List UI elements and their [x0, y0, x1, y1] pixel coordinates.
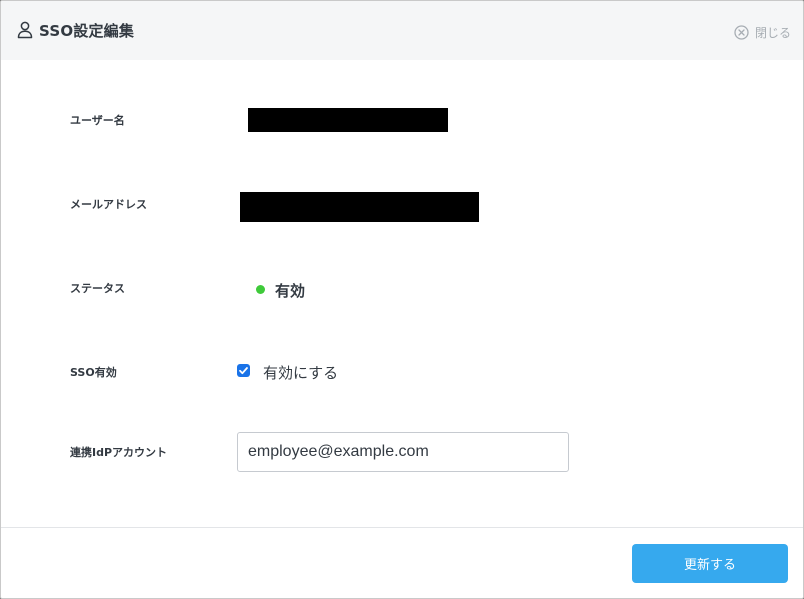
user-icon: [17, 21, 33, 39]
close-button[interactable]: 閉じる: [734, 23, 791, 41]
email-value-redacted: [240, 192, 479, 222]
checkmark-icon: [239, 367, 248, 375]
email-label: メールアドレス: [70, 198, 147, 211]
username-value-redacted: [248, 108, 448, 132]
sso-settings-dialog: SSO設定編集 閉じる ユーザー名 メールアドレス ステータス 有効 SSO有効…: [0, 0, 804, 599]
status-active-dot: [256, 285, 265, 294]
footer-divider: [1, 527, 803, 528]
close-label[interactable]: 閉じる: [755, 24, 791, 41]
close-icon[interactable]: [734, 24, 749, 40]
dialog-header: SSO設定編集 閉じる: [1, 1, 803, 60]
status-label: ステータス: [70, 282, 125, 295]
update-button[interactable]: 更新する: [632, 544, 788, 583]
idp-account-input[interactable]: [237, 432, 569, 472]
idp-account-label: 連携IdPアカウント: [70, 446, 168, 459]
status-value: 有効: [275, 282, 306, 300]
dialog-title: SSO設定編集: [39, 22, 135, 40]
username-label: ユーザー名: [70, 114, 125, 127]
sso-enabled-checkbox-label[interactable]: 有効にする: [263, 362, 338, 383]
sso-enabled-label: SSO有効: [70, 366, 117, 379]
sso-enabled-checkbox[interactable]: [237, 364, 250, 377]
